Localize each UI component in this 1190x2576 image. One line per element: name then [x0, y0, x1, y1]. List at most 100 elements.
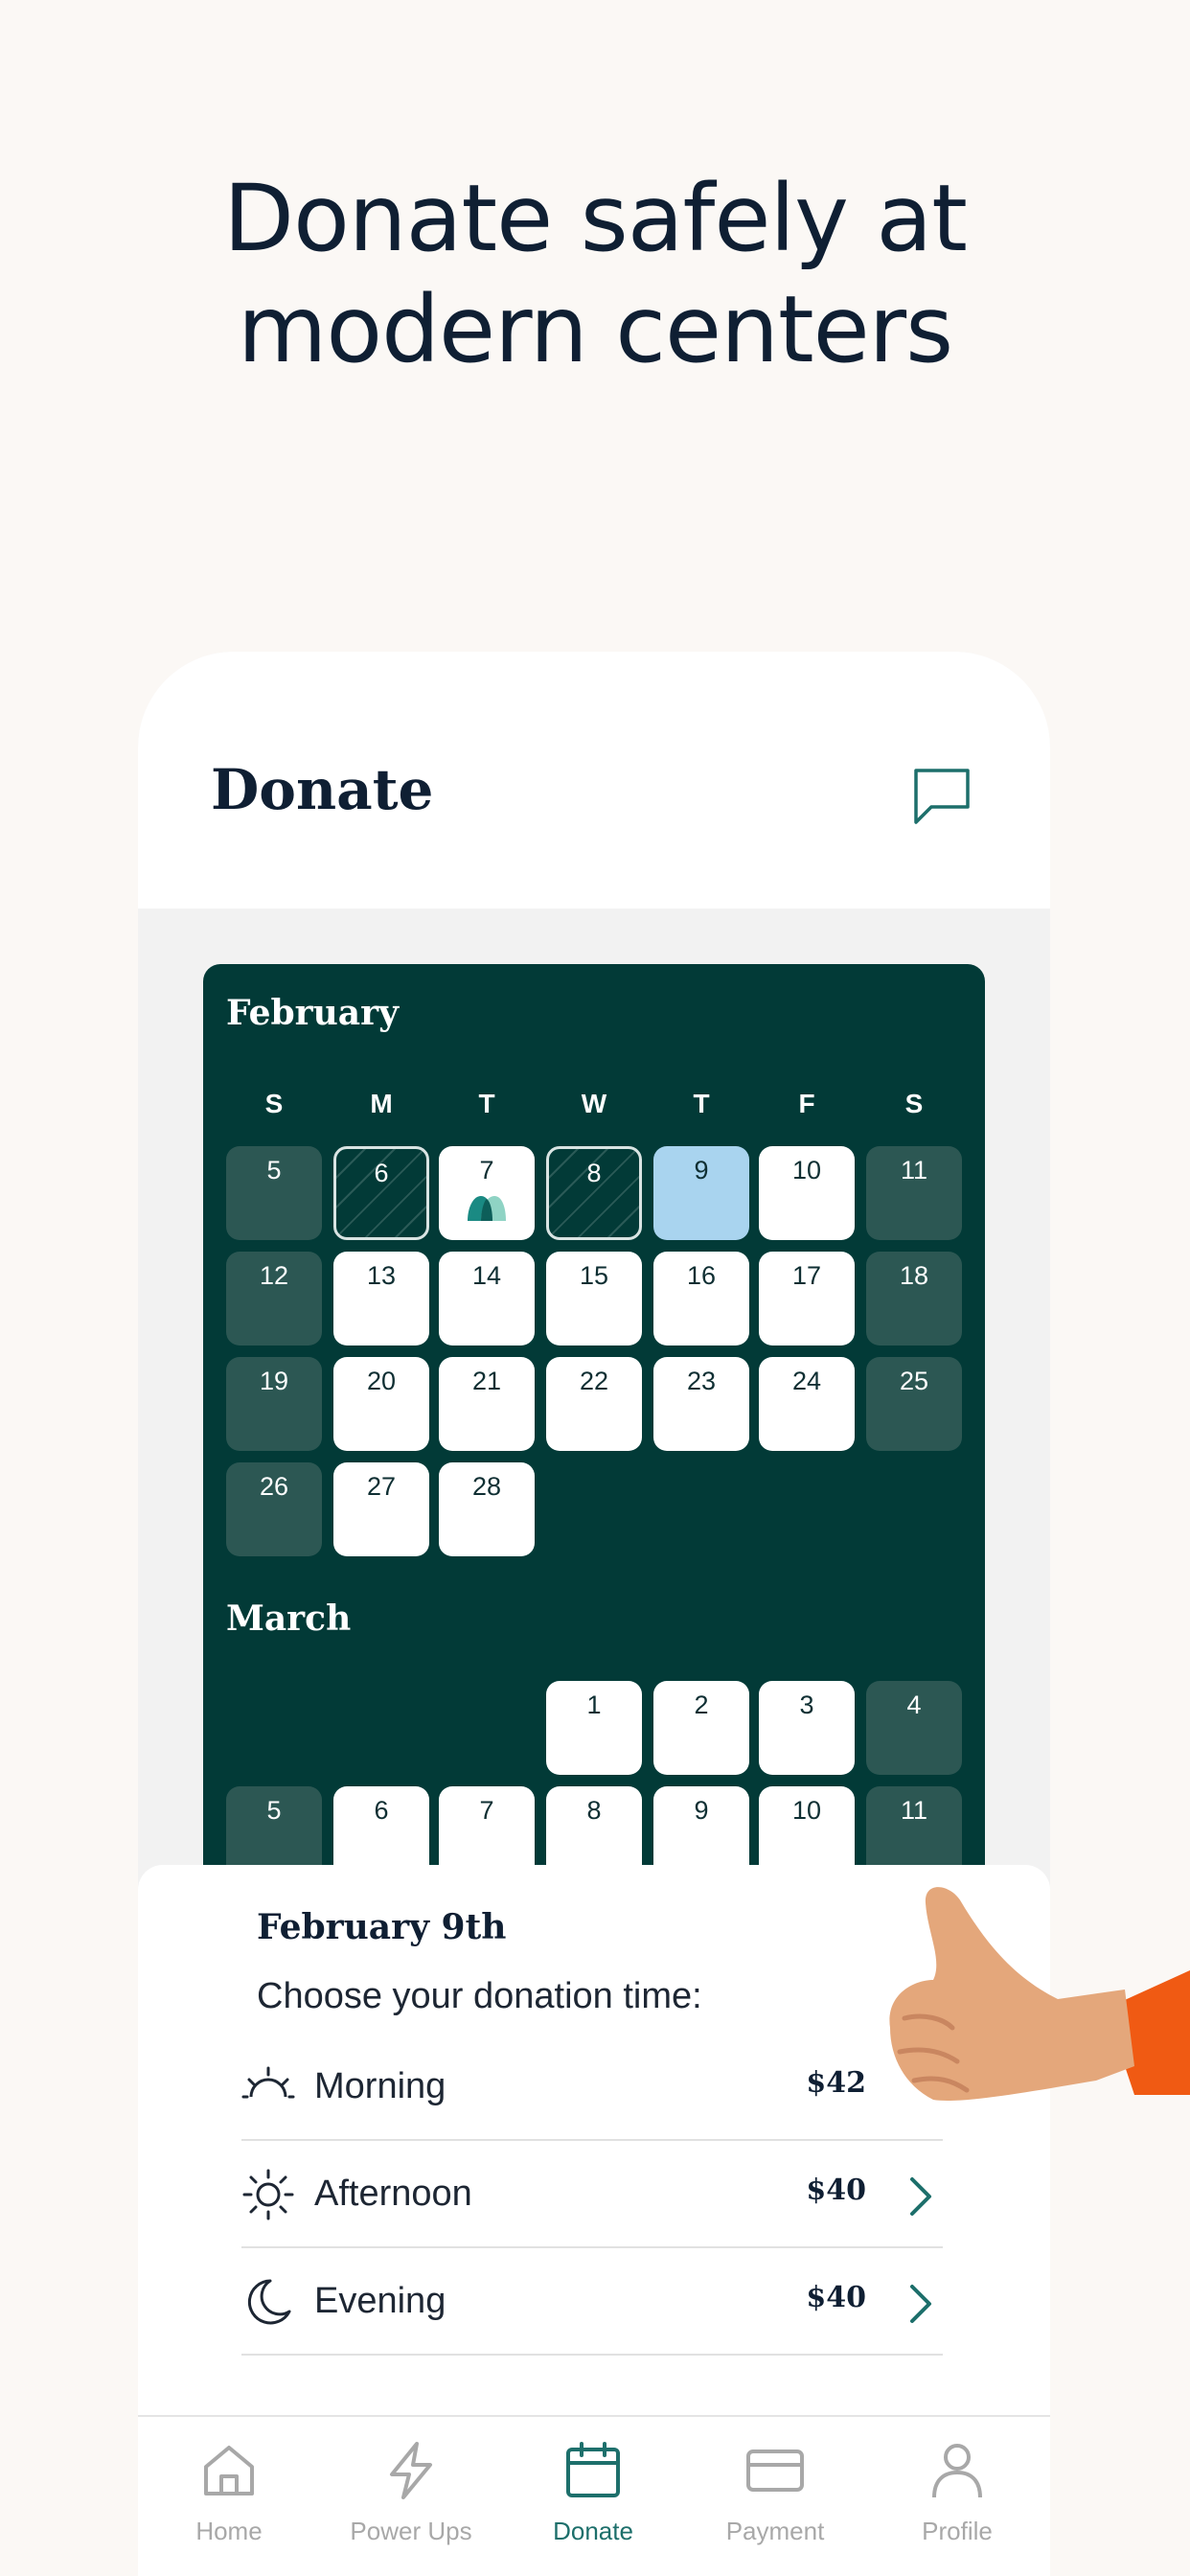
calendar-day[interactable]: 25	[866, 1357, 962, 1451]
day-number: 20	[366, 1367, 397, 1395]
weekday-header: F	[798, 1089, 815, 1118]
tab-label: Home	[195, 2517, 263, 2545]
slot-label: Afternoon	[314, 2174, 472, 2214]
day-number: 22	[579, 1367, 609, 1395]
day-number: 15	[579, 1261, 609, 1290]
day-number: 7	[479, 1156, 494, 1184]
day-number: 8	[586, 1159, 602, 1187]
day-number: 19	[259, 1367, 289, 1395]
day-number: 18	[899, 1261, 929, 1290]
slot-label: Evening	[314, 2281, 446, 2321]
calendar-day[interactable]: 11	[866, 1146, 962, 1240]
day-number: 6	[374, 1159, 389, 1187]
calendar-day[interactable]: 7	[439, 1146, 535, 1240]
person-icon	[932, 2444, 982, 2498]
headline: Donate safely at modern centers	[0, 163, 1190, 385]
tab-profile[interactable]: Profile	[866, 2440, 1048, 2546]
calendar-day[interactable]: 12	[226, 1252, 322, 1346]
sunrise-icon	[241, 2066, 295, 2099]
day-number: 28	[471, 1472, 502, 1501]
day-number: 26	[259, 1472, 289, 1501]
calendar-day[interactable]: 24	[759, 1357, 855, 1451]
chevron-right-icon	[910, 2177, 931, 2216]
day-number: 14	[471, 1261, 502, 1290]
calendar-day[interactable]: 18	[866, 1252, 962, 1346]
calendar-day[interactable]: 6	[333, 1146, 429, 1240]
slot-price: $40	[806, 2281, 866, 2314]
day-number: 6	[374, 1796, 389, 1825]
drop-icon	[468, 1196, 506, 1221]
day-number: 5	[266, 1156, 282, 1184]
calendar-day[interactable]: 10	[759, 1146, 855, 1240]
calendar-day[interactable]: 17	[759, 1252, 855, 1346]
app-header: Donate	[138, 652, 1050, 908]
weekday-header: S	[904, 1089, 924, 1118]
moon-icon	[247, 2279, 291, 2325]
day-number: 2	[694, 1690, 709, 1719]
calendar-day[interactable]: 27	[333, 1462, 429, 1556]
slot-label: Morning	[314, 2066, 446, 2106]
tab-home[interactable]: Home	[138, 2440, 320, 2546]
calendar-day[interactable]: 23	[653, 1357, 749, 1451]
calendar-day[interactable]: 14	[439, 1252, 535, 1346]
chat-bubble-icon[interactable]	[910, 765, 973, 828]
calendar-day[interactable]: 2	[653, 1681, 749, 1775]
day-number: 12	[259, 1261, 289, 1290]
sheet-subtitle: Choose your donation time:	[257, 1976, 702, 2016]
calendar-day[interactable]: 19	[226, 1357, 322, 1451]
month-title: February	[226, 993, 400, 1033]
bottom-tab-bar: Home Power Ups Donate Payment Profile	[138, 2415, 1050, 2576]
tab-label: Profile	[922, 2517, 993, 2545]
slot-evening[interactable]: Evening $40	[241, 2248, 943, 2356]
day-number: 10	[791, 1156, 822, 1184]
day-number: 7	[479, 1796, 494, 1825]
weekday-header: T	[693, 1089, 710, 1118]
calendar-day[interactable]: 15	[546, 1252, 642, 1346]
day-number: 21	[471, 1367, 502, 1395]
phone-screen: Donate S M T W T F S February 5 6 7 8 9 10 11 12 13 14 15 1…	[138, 652, 1050, 2576]
headline-line-1: Donate safely at	[223, 165, 968, 272]
day-number: 11	[900, 1156, 928, 1184]
calendar-day[interactable]: 5	[226, 1146, 322, 1240]
day-number: 1	[586, 1690, 602, 1719]
day-number: 3	[799, 1690, 814, 1719]
chevron-right-icon	[910, 2285, 931, 2323]
calendar-day[interactable]: 9	[653, 1146, 749, 1240]
selected-date: February 9th	[257, 1907, 507, 1947]
tab-payment[interactable]: Payment	[684, 2440, 866, 2546]
calendar-day[interactable]: 21	[439, 1357, 535, 1451]
calendar-day[interactable]: 28	[439, 1462, 535, 1556]
day-number: 11	[900, 1796, 928, 1825]
day-number: 8	[586, 1796, 602, 1825]
calendar-icon	[566, 2442, 620, 2497]
page-title: Donate	[211, 757, 434, 822]
lightning-icon	[390, 2442, 432, 2499]
weekday-header: W	[581, 1089, 607, 1118]
slot-morning[interactable]: Morning $42	[241, 2034, 943, 2141]
weekday-header: S	[264, 1089, 284, 1118]
calendar-day[interactable]: 26	[226, 1462, 322, 1556]
weekday-header: T	[478, 1089, 495, 1118]
headline-line-2: modern centers	[237, 276, 953, 383]
slot-afternoon[interactable]: Afternoon $40	[241, 2141, 943, 2248]
sun-icon	[242, 2169, 294, 2220]
calendar-day[interactable]: 20	[333, 1357, 429, 1451]
calendar-day[interactable]: 16	[653, 1252, 749, 1346]
slot-price: $40	[806, 2174, 866, 2207]
calendar-day[interactable]: 22	[546, 1357, 642, 1451]
tab-power-ups[interactable]: Power Ups	[320, 2440, 502, 2546]
month-title: March	[226, 1598, 352, 1639]
day-number: 10	[791, 1796, 822, 1825]
calendar-day[interactable]: 3	[759, 1681, 855, 1775]
thumbs-up-illustration	[889, 1887, 1190, 2101]
calendar-day[interactable]: 8	[546, 1146, 642, 1240]
calendar-day[interactable]: 1	[546, 1681, 642, 1775]
tab-donate[interactable]: Donate	[502, 2440, 684, 2546]
weekday-header: M	[370, 1089, 393, 1118]
day-number: 9	[694, 1156, 709, 1184]
credit-card-icon	[746, 2450, 804, 2492]
calendar-day[interactable]: 13	[333, 1252, 429, 1346]
day-number: 25	[899, 1367, 929, 1395]
tab-label: Donate	[553, 2517, 633, 2545]
calendar-day[interactable]: 4	[866, 1681, 962, 1775]
